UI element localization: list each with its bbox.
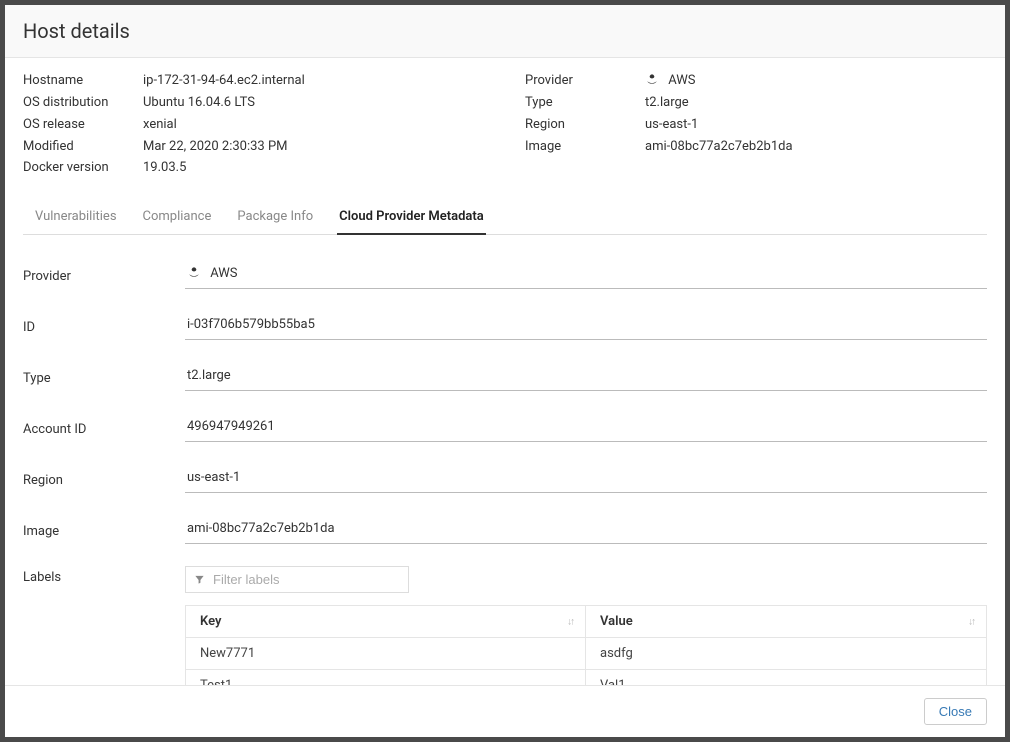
summary-value: us-east-1 (645, 116, 987, 135)
detail-row-id: ID i-03f706b579bb55ba5 (23, 311, 987, 340)
filter-icon (194, 574, 205, 585)
cell-value: Val1 (586, 670, 987, 685)
summary-value: ip-172-31-94-64.ec2.internal (143, 72, 485, 91)
summary-row-docker-version: Docker version 19.03.5 (23, 159, 485, 178)
summary-label: OS release (23, 116, 143, 135)
tab-compliance[interactable]: Compliance (141, 201, 214, 234)
summary-label: Hostname (23, 72, 143, 91)
tab-vulnerabilities[interactable]: Vulnerabilities (33, 201, 119, 234)
summary-right-column: Provider AWS Type t2.large Region us-eas… (525, 72, 987, 181)
cloud-provider-metadata-panel: Provider AWS ID i-03f706b579bb55ba5 Type… (23, 259, 987, 685)
table-header-row: Key ↓↑ Value ↓↑ (186, 606, 987, 638)
filter-labels-input[interactable] (213, 572, 400, 587)
summary-label: Docker version (23, 159, 143, 178)
summary-row-os-distribution: OS distribution Ubuntu 16.04.6 LTS (23, 94, 485, 113)
labels-table: Key ↓↑ Value ↓↑ New7771 (185, 605, 987, 685)
table-row: Test1 Val1 (186, 670, 987, 685)
detail-value: AWS (185, 259, 987, 289)
summary-row-image: Image ami-08bc77a2c7eb2b1da (525, 138, 987, 157)
modal-body: Hostname ip-172-31-94-64.ec2.internal OS… (5, 58, 1005, 685)
detail-value: 496947949261 (185, 413, 987, 442)
cell-key: New7771 (186, 638, 586, 670)
page-title: Host details (23, 19, 987, 43)
detail-row-labels: Labels Key ↓↑ (23, 566, 987, 685)
sort-icon: ↓↑ (968, 616, 974, 627)
cell-value: asdfg (586, 638, 987, 670)
summary-label: Modified (23, 138, 143, 157)
summary-row-type: Type t2.large (525, 94, 987, 113)
detail-row-region: Region us-east-1 (23, 464, 987, 493)
detail-label: Region (23, 469, 185, 488)
detail-row-account-id: Account ID 496947949261 (23, 413, 987, 442)
summary-value: 19.03.5 (143, 159, 485, 178)
detail-row-type: Type t2.large (23, 362, 987, 391)
host-details-modal: Host details Hostname ip-172-31-94-64.ec… (5, 5, 1005, 737)
summary-label: Region (525, 116, 645, 135)
column-header-value[interactable]: Value ↓↑ (586, 606, 987, 638)
column-header-key-text: Key (200, 614, 221, 629)
summary-row-hostname: Hostname ip-172-31-94-64.ec2.internal (23, 72, 485, 91)
tabs: Vulnerabilities Compliance Package Info … (23, 201, 987, 235)
detail-value: ami-08bc77a2c7eb2b1da (185, 515, 987, 544)
summary-left-column: Hostname ip-172-31-94-64.ec2.internal OS… (23, 72, 485, 181)
detail-value: t2.large (185, 362, 987, 391)
detail-value: us-east-1 (185, 464, 987, 493)
summary-row-os-release: OS release xenial (23, 116, 485, 135)
tab-package-info[interactable]: Package Info (235, 201, 315, 234)
detail-label: Image (23, 520, 185, 539)
summary-label: OS distribution (23, 94, 143, 113)
column-header-value-text: Value (600, 614, 633, 629)
summary-value: ami-08bc77a2c7eb2b1da (645, 138, 987, 157)
detail-label: Labels (23, 566, 185, 585)
detail-value: i-03f706b579bb55ba5 (185, 311, 987, 340)
detail-label: Provider (23, 265, 185, 284)
modal-header: Host details (5, 5, 1005, 58)
summary-value: t2.large (645, 94, 987, 113)
detail-provider-text: AWS (210, 266, 237, 281)
summary-row-region: Region us-east-1 (525, 116, 987, 135)
summary-value: Mar 22, 2020 2:30:33 PM (143, 138, 485, 157)
detail-row-image: Image ami-08bc77a2c7eb2b1da (23, 515, 987, 544)
summary-value: AWS (645, 72, 987, 91)
summary-label: Provider (525, 72, 645, 91)
aws-icon (645, 72, 659, 86)
detail-label: Type (23, 367, 185, 386)
labels-container: Key ↓↑ Value ↓↑ New7771 (185, 566, 987, 685)
filter-labels-box[interactable] (185, 566, 409, 593)
table-row: New7771 asdfg (186, 638, 987, 670)
detail-label: ID (23, 316, 185, 335)
summary-value: xenial (143, 116, 485, 135)
summary-label: Type (525, 94, 645, 113)
detail-label: Account ID (23, 418, 185, 437)
sort-icon: ↓↑ (567, 616, 573, 627)
summary-label: Image (525, 138, 645, 157)
modal-footer: Close (5, 685, 1005, 737)
aws-icon (187, 265, 201, 279)
summary-provider-text: AWS (668, 73, 695, 88)
close-button[interactable]: Close (924, 698, 987, 725)
detail-row-provider: Provider AWS (23, 259, 987, 289)
summary-value: Ubuntu 16.04.6 LTS (143, 94, 485, 113)
summary-row-provider: Provider AWS (525, 72, 987, 91)
tab-cloud-provider-metadata[interactable]: Cloud Provider Metadata (337, 201, 486, 234)
cell-key: Test1 (186, 670, 586, 685)
summary-row-modified: Modified Mar 22, 2020 2:30:33 PM (23, 138, 485, 157)
summary-section: Hostname ip-172-31-94-64.ec2.internal OS… (23, 72, 987, 181)
column-header-key[interactable]: Key ↓↑ (186, 606, 586, 638)
